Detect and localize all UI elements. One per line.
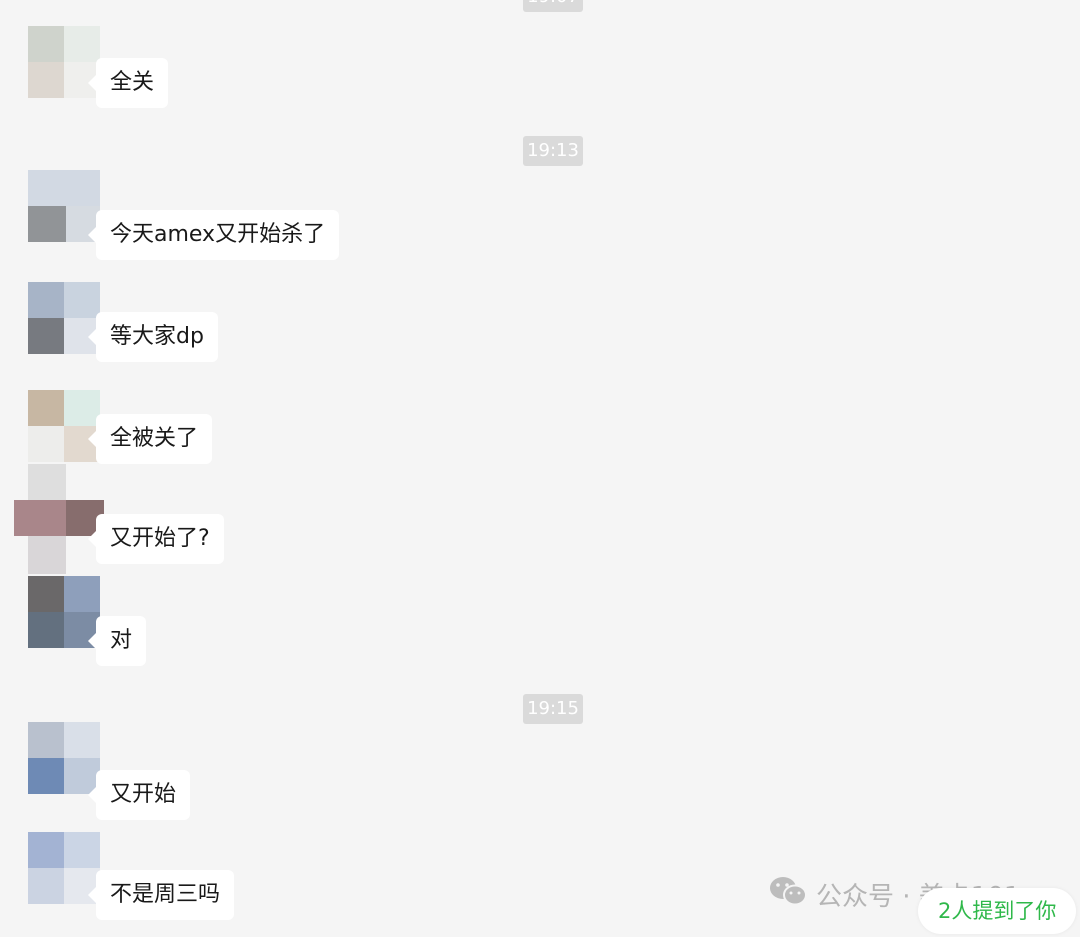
- timestamp: 19:15: [523, 694, 583, 724]
- avatar[interactable]: [14, 464, 104, 574]
- avatar[interactable]: [28, 722, 100, 794]
- message-bubble[interactable]: 不是周三吗: [87, 870, 235, 920]
- wechat-icon: [768, 874, 808, 915]
- message-bubble[interactable]: 全关: [87, 58, 169, 108]
- avatar[interactable]: [28, 390, 100, 462]
- message-bubble[interactable]: 又开始: [87, 770, 191, 820]
- message-bubble[interactable]: 对: [87, 616, 147, 666]
- message-bubble[interactable]: 全被关了: [87, 414, 213, 464]
- timestamp: 19:13: [523, 136, 583, 166]
- message-bubble[interactable]: 等大家dp: [88, 312, 218, 362]
- message-bubble[interactable]: 又开始了?: [88, 514, 224, 564]
- mention-badge[interactable]: 2人提到了你: [918, 888, 1077, 934]
- message-bubble[interactable]: 今天amex又开始杀了: [87, 210, 340, 260]
- timestamp: 19:07: [523, 0, 583, 12]
